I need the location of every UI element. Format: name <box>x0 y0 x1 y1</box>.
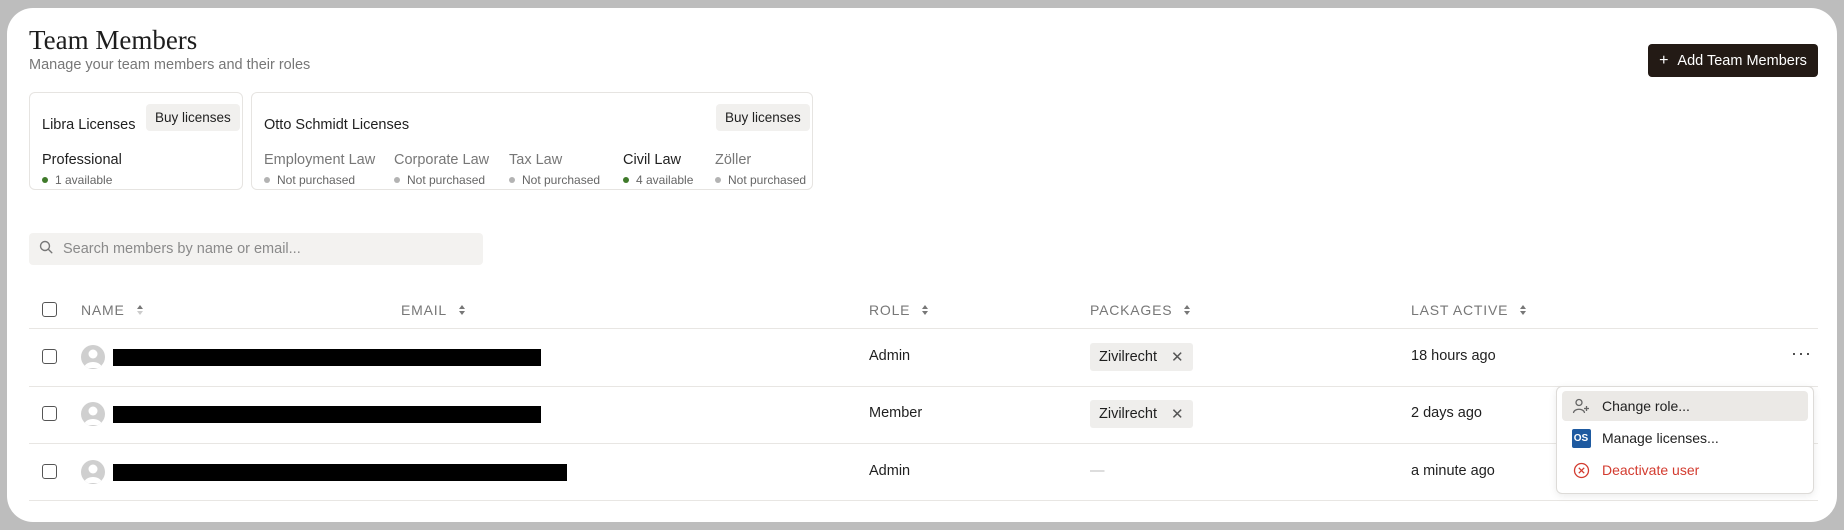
table-row: Admin Zivilrecht ✕ 18 hours ago ··· <box>7 329 1837 385</box>
package-tag: Zivilrecht ✕ <box>1090 400 1193 428</box>
package-status: Not purchased <box>728 173 807 187</box>
menu-item-label: Manage licenses... <box>1602 430 1719 446</box>
search-input[interactable] <box>61 240 465 258</box>
avatar <box>81 345 105 369</box>
plus-icon: + <box>1659 51 1669 69</box>
redacted-name-email <box>113 406 541 423</box>
menu-item-label: Change role... <box>1602 398 1690 414</box>
last-active-cell: a minute ago <box>1411 463 1495 479</box>
remove-tag-icon[interactable]: ✕ <box>1171 348 1184 366</box>
package-professional: Professional 1 available <box>42 152 122 187</box>
otto-schmidt-licenses-title: Otto Schmidt Licenses <box>264 117 410 133</box>
status-dot <box>42 177 48 183</box>
status-dot <box>264 177 270 183</box>
avatar <box>81 402 105 426</box>
libra-buy-licenses-button[interactable]: Buy licenses <box>146 104 240 131</box>
row-checkbox[interactable] <box>42 406 57 421</box>
libra-licenses-title: Libra Licenses <box>42 117 136 133</box>
menu-item-label: Deactivate user <box>1602 462 1700 478</box>
row-checkbox[interactable] <box>42 349 57 364</box>
menu-item-manage-licenses[interactable]: OS Manage licenses... <box>1562 423 1808 453</box>
status-dot <box>394 177 400 183</box>
package-tag-label: Zivilrecht <box>1099 349 1158 365</box>
column-header-name[interactable]: NAME <box>81 302 143 318</box>
redacted-name-email <box>113 464 567 481</box>
package-status: Not purchased <box>522 173 601 187</box>
otto-buy-licenses-button[interactable]: Buy licenses <box>716 104 810 131</box>
add-team-members-button[interactable]: + Add Team Members <box>1648 44 1818 77</box>
divider <box>29 500 1818 501</box>
column-header-email[interactable]: EMAIL <box>401 302 466 318</box>
column-header-role[interactable]: ROLE <box>869 302 929 318</box>
package-employment-law: Employment Law Not purchased <box>264 152 375 187</box>
packages-empty-cell: — <box>1090 463 1105 479</box>
package-status: Not purchased <box>407 173 486 187</box>
row-checkbox[interactable] <box>42 464 57 479</box>
sort-icon <box>1520 305 1527 315</box>
package-name: Professional <box>42 152 122 168</box>
select-all-checkbox[interactable] <box>42 302 57 317</box>
status-dot <box>623 177 629 183</box>
column-header-packages[interactable]: PACKAGES <box>1090 302 1191 318</box>
row-actions-button[interactable]: ··· <box>1791 343 1812 364</box>
menu-item-change-role[interactable]: Change role... <box>1562 391 1808 421</box>
x-circle-icon <box>1570 459 1592 481</box>
package-name: Corporate Law <box>394 152 490 168</box>
menu-item-deactivate-user[interactable]: Deactivate user <box>1562 455 1808 485</box>
sort-icon <box>922 305 929 315</box>
sort-icon <box>136 305 143 315</box>
status-dot <box>715 177 721 183</box>
os-badge-icon: OS <box>1570 427 1592 449</box>
status-dot <box>509 177 515 183</box>
package-tag-label: Zivilrecht <box>1099 406 1158 422</box>
package-civil-law: Civil Law 4 available <box>623 152 693 187</box>
package-tag: Zivilrecht ✕ <box>1090 343 1193 371</box>
redacted-name-email <box>113 349 541 366</box>
avatar <box>81 460 105 484</box>
last-active-cell: 18 hours ago <box>1411 348 1496 364</box>
user-plus-icon <box>1570 395 1592 417</box>
page-frame: Team Members Manage your team members an… <box>7 8 1837 522</box>
package-status: 1 available <box>55 173 113 187</box>
sort-icon <box>1184 305 1191 315</box>
package-corporate-law: Corporate Law Not purchased <box>394 152 489 187</box>
role-cell: Admin <box>869 463 911 479</box>
libra-licenses-card: Libra Licenses Buy licenses Professional… <box>29 92 243 190</box>
column-header-last-active[interactable]: LAST ACTIVE <box>1411 302 1527 318</box>
role-cell: Member <box>869 405 923 421</box>
package-tax-law: Tax Law Not purchased <box>509 152 600 187</box>
package-status: 4 available <box>636 173 694 187</box>
search-bar <box>29 233 483 265</box>
package-zoller: Zöller Not purchased <box>715 152 806 187</box>
package-name: Zöller <box>715 152 752 168</box>
package-name: Civil Law <box>623 152 682 168</box>
package-name: Tax Law <box>509 152 563 168</box>
otto-schmidt-licenses-card: Otto Schmidt Licenses Buy licenses Emplo… <box>251 92 813 190</box>
role-cell: Admin <box>869 348 911 364</box>
sort-icon <box>459 305 466 315</box>
remove-tag-icon[interactable]: ✕ <box>1171 405 1184 423</box>
row-actions-menu: Change role... OS Manage licenses... Dea… <box>1556 386 1814 494</box>
add-team-members-label: Add Team Members <box>1677 52 1807 69</box>
last-active-cell: 2 days ago <box>1411 405 1482 421</box>
search-icon <box>39 240 53 259</box>
page-title: Team Members <box>29 25 198 55</box>
package-status: Not purchased <box>277 173 356 187</box>
page-subtitle: Manage your team members and their roles <box>29 57 311 73</box>
package-name: Employment Law <box>264 152 376 168</box>
